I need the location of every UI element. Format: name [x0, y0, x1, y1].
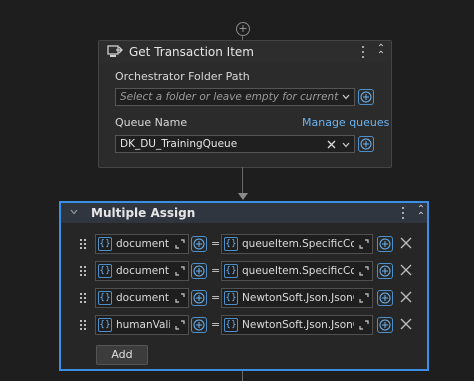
expression-braces-icon[interactable]: {} — [98, 264, 112, 278]
expression-braces-icon[interactable]: {} — [224, 237, 238, 251]
connector-line — [242, 167, 243, 194]
expand-icon[interactable] — [174, 238, 186, 250]
assign-value-field[interactable]: {} queueItem.SpecificCont — [221, 261, 373, 281]
plus-button[interactable] — [377, 290, 393, 306]
expand-icon[interactable] — [358, 292, 370, 304]
get-transaction-item-activity[interactable]: Get Transaction Item ⌃ ⌃ Orchestrator Fol… — [98, 40, 392, 168]
expand-icon[interactable] — [174, 292, 186, 304]
assign-value-field[interactable]: {} NewtonSoft.Json.JsonC — [221, 288, 373, 308]
equals-sign: = — [211, 237, 221, 250]
plus-circle-icon — [379, 319, 391, 331]
plus-circle-icon — [360, 91, 372, 103]
activity-header: Get Transaction Item ⌃ ⌃ — [99, 41, 391, 63]
equals-sign: = — [211, 264, 221, 277]
folder-plus-button[interactable] — [358, 89, 374, 105]
folder-path-label: Orchestrator Folder Path — [115, 70, 250, 83]
folder-path-input[interactable]: Select a folder or leave empty for curre… — [115, 88, 355, 106]
assign-to-field[interactable]: {} document — [95, 261, 189, 281]
assign-to-field[interactable]: {} document — [95, 288, 189, 308]
connector-arrow-icon — [238, 193, 248, 200]
plus-circle-icon — [360, 138, 372, 150]
multiple-assign-activity[interactable]: Multiple Assign ⌃ ⌃ {} document = {} que… — [59, 201, 429, 371]
plus-circle-icon — [379, 292, 391, 304]
plus-button[interactable] — [191, 263, 207, 279]
delete-row-icon[interactable] — [400, 237, 412, 249]
assign-to-field[interactable]: {} document — [95, 234, 189, 254]
activity-title: Get Transaction Item — [129, 45, 254, 59]
drag-handle-icon[interactable] — [80, 320, 88, 331]
plus-button[interactable] — [191, 317, 207, 333]
equals-sign: = — [211, 291, 221, 304]
plus-button[interactable] — [377, 317, 393, 333]
drag-handle-icon[interactable] — [80, 293, 88, 304]
plus-button[interactable] — [191, 290, 207, 306]
plus-circle-icon — [193, 238, 205, 250]
expand-icon[interactable] — [358, 319, 370, 331]
delete-row-icon[interactable] — [400, 291, 412, 303]
assign-row: {} humanVali = {} NewtonSoft.Json.JsonC — [61, 315, 427, 337]
drag-handle-icon[interactable] — [80, 266, 88, 277]
activity-header: Multiple Assign ⌃ ⌃ — [61, 203, 427, 223]
expand-icon[interactable] — [358, 265, 370, 277]
queue-plus-button[interactable] — [358, 136, 374, 152]
drag-handle-icon[interactable] — [80, 239, 88, 250]
connector-line — [242, 371, 243, 381]
clear-x-icon[interactable] — [327, 140, 336, 149]
delete-row-icon[interactable] — [400, 264, 412, 276]
assign-to-field[interactable]: {} humanVali — [95, 315, 189, 335]
plus-circle-icon — [193, 292, 205, 304]
plus-circle-icon — [193, 319, 205, 331]
chevron-down-icon[interactable] — [342, 94, 350, 100]
assign-value-field[interactable]: {} queueItem.SpecificCont — [221, 234, 373, 254]
chevron-down-icon[interactable] — [70, 209, 78, 215]
expression-braces-icon[interactable]: {} — [98, 318, 112, 332]
more-options-icon[interactable] — [361, 45, 365, 59]
plus-button[interactable] — [377, 236, 393, 252]
expand-icon[interactable] — [358, 238, 370, 250]
expand-icon[interactable] — [174, 265, 186, 277]
transaction-item-icon — [107, 45, 123, 57]
expression-braces-icon[interactable]: {} — [224, 264, 238, 278]
manage-queues-link[interactable]: Manage queues — [302, 116, 389, 129]
assign-value-field[interactable]: {} NewtonSoft.Json.JsonC — [221, 315, 373, 335]
expand-icon[interactable] — [174, 319, 186, 331]
expression-braces-icon[interactable]: {} — [224, 291, 238, 305]
activity-title: Multiple Assign — [91, 206, 196, 220]
delete-row-icon[interactable] — [400, 318, 412, 330]
plus-button[interactable] — [191, 236, 207, 252]
more-options-icon[interactable] — [401, 206, 405, 220]
plus-circle-icon — [379, 265, 391, 277]
queue-name-input[interactable]: DK_DU_TrainingQueue — [115, 135, 355, 153]
queue-name-label: Queue Name — [115, 116, 188, 129]
assign-row: {} document = {} NewtonSoft.Json.JsonC — [61, 288, 427, 310]
collapse-icon[interactable]: ⌃ ⌃ — [415, 205, 427, 222]
expression-braces-icon[interactable]: {} — [98, 291, 112, 305]
add-assignment-button[interactable]: Add — [96, 345, 148, 365]
collapse-icon[interactable]: ⌃ ⌃ — [375, 44, 387, 61]
plus-circle-icon — [379, 238, 391, 250]
expression-braces-icon[interactable]: {} — [98, 237, 112, 251]
expression-braces-icon[interactable]: {} — [224, 318, 238, 332]
plus-circle-icon — [193, 265, 205, 277]
chevron-down-icon[interactable] — [342, 142, 350, 148]
assign-row: {} document = {} queueItem.SpecificCont — [61, 261, 427, 283]
add-activity-connector-icon[interactable]: + — [236, 22, 250, 36]
assign-row: {} document = {} queueItem.SpecificCont — [61, 234, 427, 256]
equals-sign: = — [211, 318, 221, 331]
plus-button[interactable] — [377, 263, 393, 279]
